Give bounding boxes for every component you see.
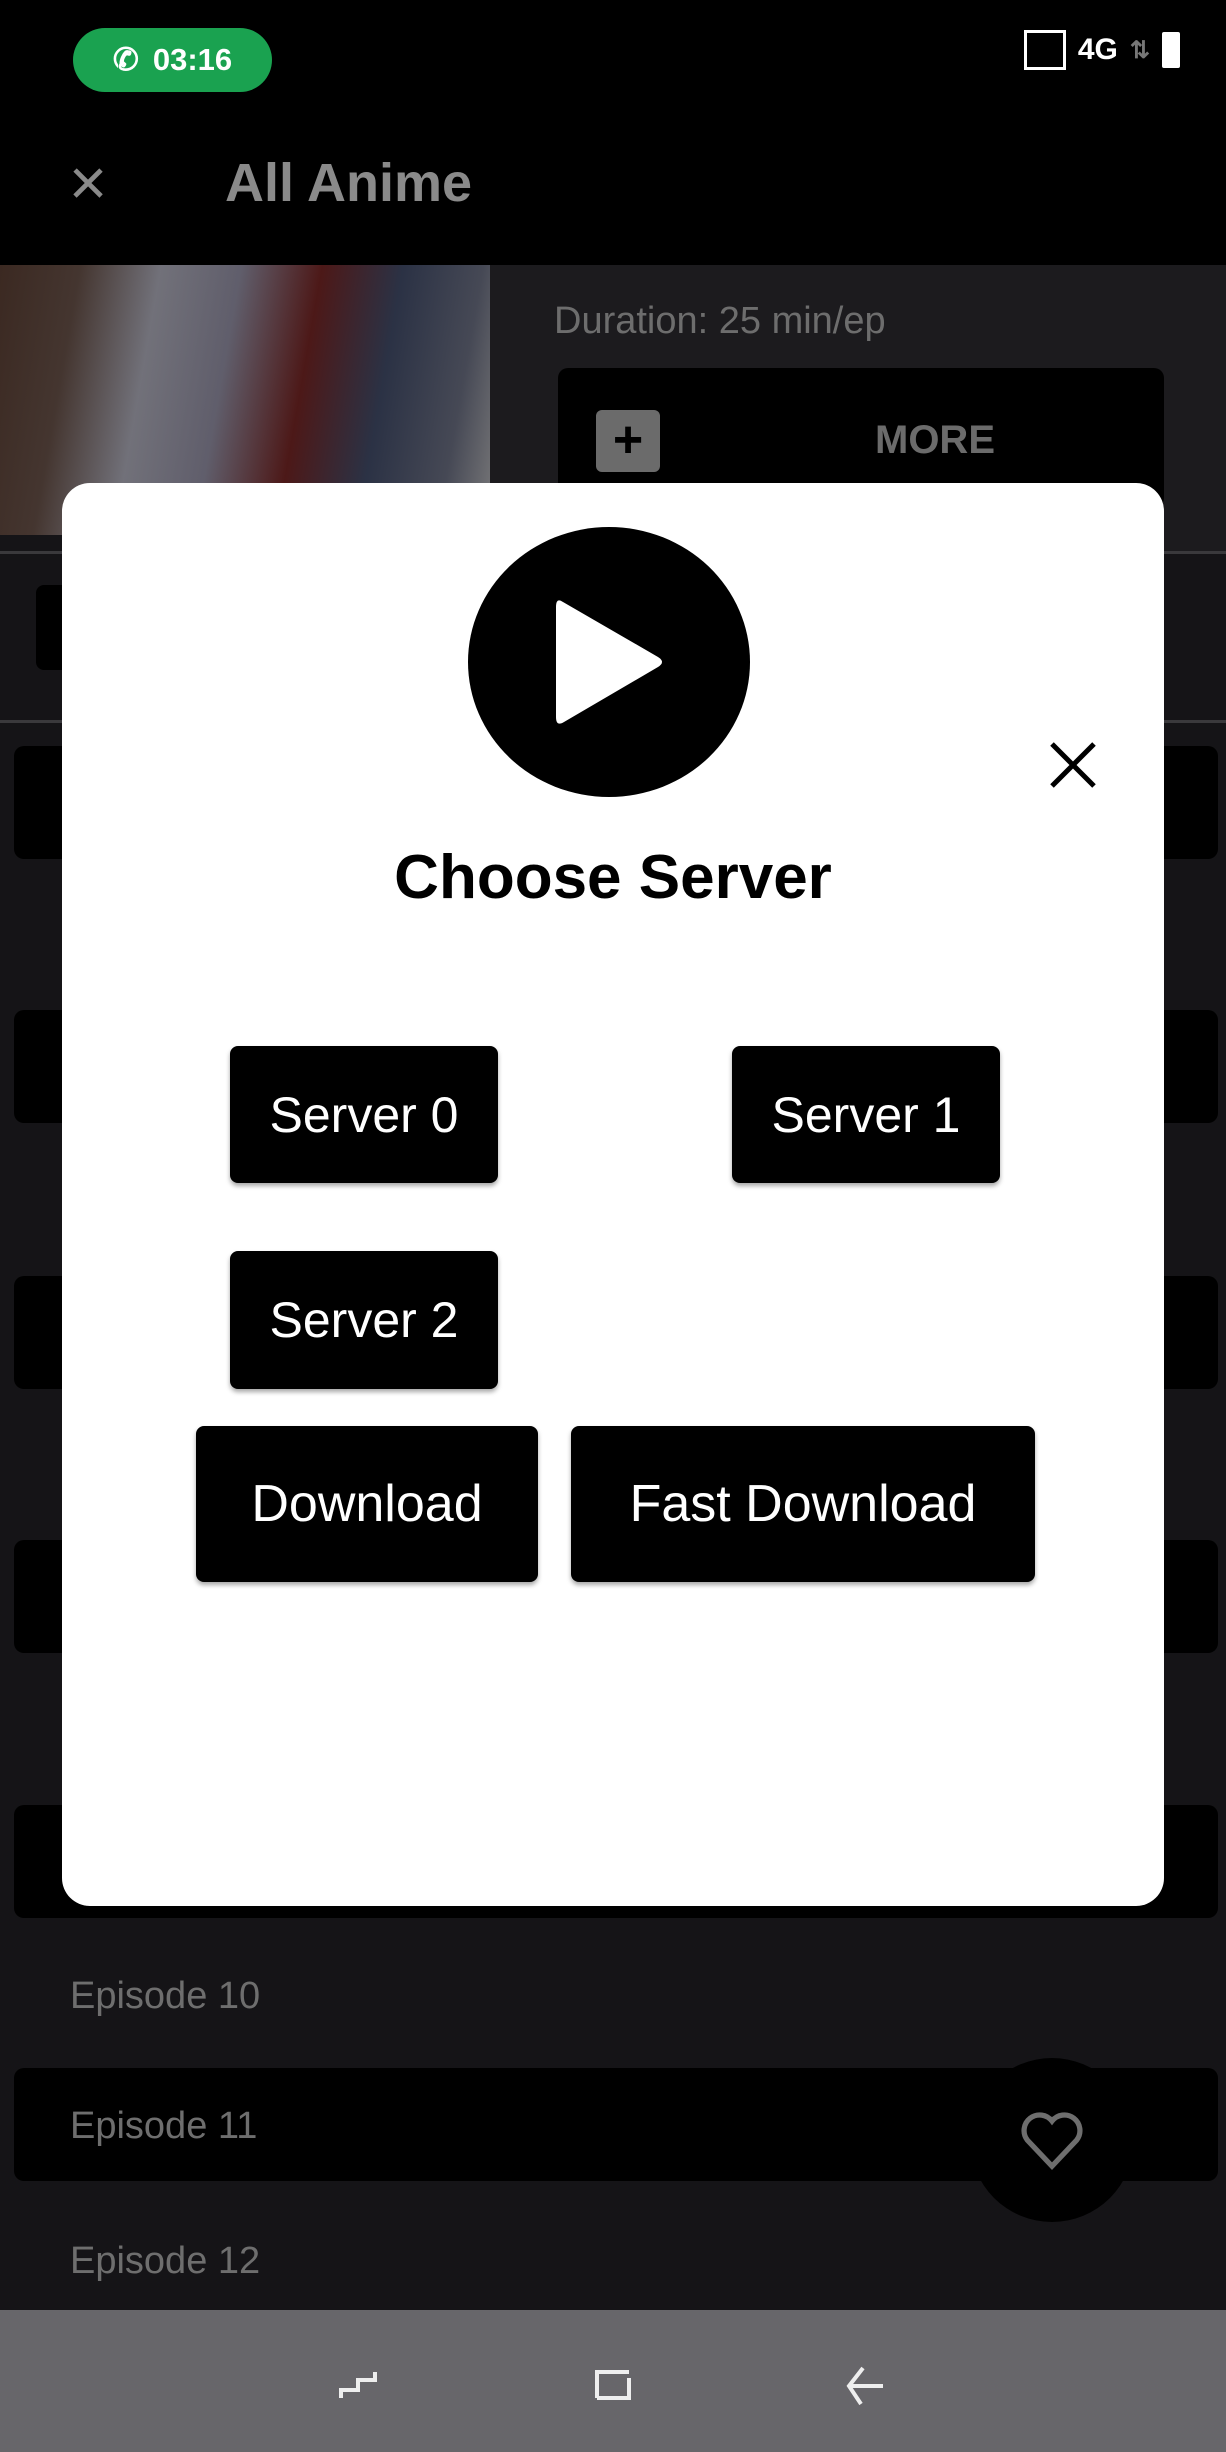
favorite-button[interactable]: [970, 2058, 1134, 2222]
duration-text: Duration: 25 min/ep: [554, 300, 886, 342]
server-1-button[interactable]: Server 1: [732, 1046, 1000, 1183]
system-icons: 4G ⇅: [1023, 30, 1180, 70]
server-2-button[interactable]: Server 2: [230, 1251, 498, 1389]
network-type: 4G: [1077, 33, 1118, 66]
call-time: 03:16: [152, 42, 233, 77]
home-icon[interactable]: [577, 2350, 647, 2420]
recents-icon[interactable]: [323, 2350, 393, 2420]
ongoing-call-pill[interactable]: ✆ 03:16: [73, 28, 272, 92]
signal-icon: [1023, 30, 1066, 70]
fast-download-button[interactable]: Fast Download: [571, 1426, 1035, 1582]
plus-icon: +: [596, 410, 660, 472]
close-icon[interactable]: [1040, 732, 1106, 798]
dialog-title: Choose Server: [394, 843, 832, 912]
download-button[interactable]: Download: [196, 1426, 538, 1582]
more-label: MORE: [875, 418, 995, 462]
toolbar: [0, 130, 1226, 265]
page-title: All Anime: [225, 153, 473, 213]
play-icon: [468, 527, 750, 797]
episode-row[interactable]: Episode 10: [70, 1975, 260, 2018]
phone-icon: ✆: [112, 42, 139, 77]
back-icon[interactable]: [831, 2350, 901, 2420]
episode-label: Episode 11: [70, 2105, 258, 2147]
episode-row[interactable]: Episode 12: [70, 2240, 260, 2283]
data-arrows-icon: ⇅: [1129, 36, 1150, 64]
heart-icon: [1021, 2112, 1083, 2170]
server-0-button[interactable]: Server 0: [230, 1046, 498, 1183]
battery-icon: [1162, 32, 1180, 68]
close-icon[interactable]: ×: [58, 149, 118, 215]
